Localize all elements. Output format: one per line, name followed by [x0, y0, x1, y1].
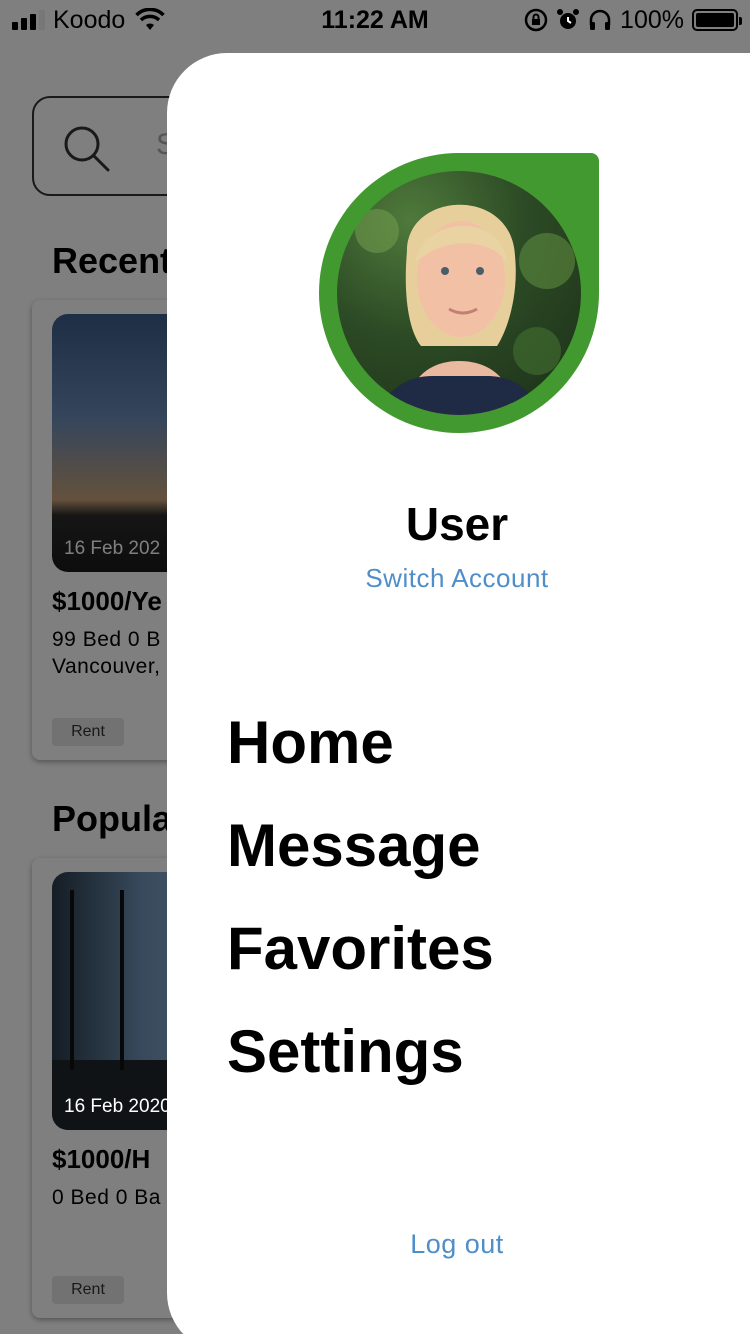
battery-icon — [692, 9, 742, 31]
switch-account-link[interactable]: Switch Account — [167, 563, 747, 594]
headphones-icon — [589, 9, 611, 30]
menu-item-favorites[interactable]: Favorites — [227, 913, 494, 1016]
avatar-photo — [337, 171, 581, 415]
orientation-lock-icon — [524, 8, 548, 32]
alarm-icon — [557, 9, 580, 29]
user-name: User — [405, 498, 509, 550]
menu-item-home[interactable]: Home — [227, 707, 494, 810]
drawer-menu: Home Message Favorites Settings — [227, 707, 494, 1119]
listing-date: 16 Feb 2020 — [64, 1096, 171, 1117]
status-bar: Koodo 11:22 AM 100% — [0, 0, 750, 40]
logout-link[interactable]: Log out — [167, 1229, 747, 1260]
menu-item-message[interactable]: Message — [227, 810, 494, 913]
avatar[interactable] — [319, 153, 599, 433]
side-drawer: User Switch Account Home Message Favorit… — [167, 53, 750, 1334]
battery-percent: 100% — [620, 5, 684, 34]
menu-item-settings[interactable]: Settings — [227, 1016, 494, 1119]
